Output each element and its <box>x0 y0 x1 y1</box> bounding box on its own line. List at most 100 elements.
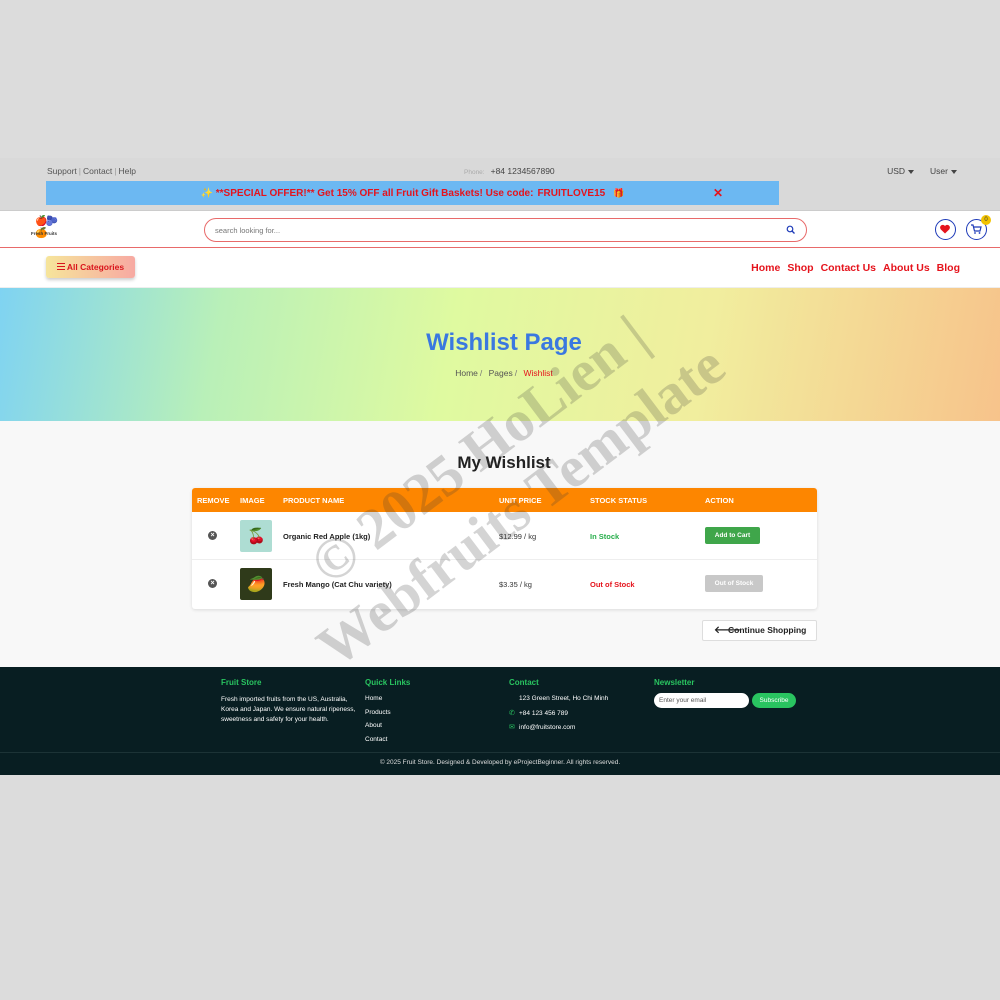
breadcrumb-home[interactable]: Home <box>455 368 478 378</box>
nav-about-us[interactable]: About Us <box>883 262 930 274</box>
menu-bars-icon <box>56 263 65 271</box>
breadcrumb-separator: / <box>514 368 518 378</box>
support-link[interactable]: Support <box>47 166 77 176</box>
phone-label: Phone: <box>464 169 485 176</box>
promo-code: FRUITLOVE15 <box>537 188 606 199</box>
unit-price: $12.99 / kg <box>499 532 537 541</box>
table-row: × 🍒 Organic Red Apple (1kg) $12.99 / kg … <box>192 512 817 560</box>
footer-email: ✉ info@fruitstore.com <box>509 724 608 733</box>
search-bar <box>204 218 807 242</box>
footer-link-home[interactable]: Home <box>365 695 410 704</box>
table-row: × 🥭 Fresh Mango (Cat Chu variety) $3.35 … <box>192 560 817 608</box>
nav-contact-us[interactable]: Contact Us <box>821 262 876 274</box>
newsletter-email-input[interactable] <box>654 693 749 708</box>
product-image: 🥭 <box>240 568 272 600</box>
copyright: © 2025 Fruit Store. Designed & Developed… <box>0 752 1000 775</box>
col-unit-price: UNIT PRICE <box>499 496 542 505</box>
col-image: IMAGE <box>240 496 265 505</box>
breadcrumb-pages[interactable]: Pages <box>489 368 513 378</box>
user-dropdown[interactable]: User <box>930 166 957 176</box>
out-of-stock-button: Out of Stock <box>705 575 763 592</box>
footer-store-text: Fresh imported fruits from the US, Austr… <box>221 696 356 723</box>
phone-number: +84 1234567890 <box>490 166 555 176</box>
wishlist-table: REMOVE IMAGE PRODUCT NAME UNIT PRICE STO… <box>192 488 817 609</box>
col-action: ACTION <box>705 496 734 505</box>
promo-text: ✨ **SPECIAL OFFER!** Get 15% OFF all Fru… <box>200 188 534 199</box>
col-stock-status: STOCK STATUS <box>590 496 648 505</box>
caret-down-icon <box>908 169 915 174</box>
add-to-cart-button[interactable]: Add to Cart <box>705 527 760 544</box>
product-name[interactable]: Organic Red Apple (1kg) <box>283 532 370 541</box>
footer-links-title: Quick Links <box>365 678 411 687</box>
footer-store: Fruit Store Fresh imported fruits from t… <box>221 678 361 725</box>
nav-home[interactable]: Home <box>751 262 780 274</box>
currency-dropdown[interactable]: USD <box>887 166 915 176</box>
search-icon[interactable] <box>786 225 796 235</box>
top-links: Support | Contact | Help <box>47 166 136 176</box>
logo-fruits-icon: 🍎🫐🍊 <box>35 216 58 239</box>
continue-shopping-button[interactable]: 🡐 Continue Shopping <box>702 620 817 641</box>
stock-status: In Stock <box>590 532 620 541</box>
all-categories-button[interactable]: All Categories <box>46 256 135 278</box>
email-text: info@fruitstore.com <box>519 724 576 731</box>
help-link[interactable]: Help <box>119 166 136 176</box>
product-image: 🍒 <box>240 520 272 552</box>
breadcrumb: Home / Pages / Wishlist <box>0 368 1000 378</box>
cherry-icon: 🍒 <box>247 528 266 545</box>
address-text: 123 Green Street, Ho Chi Minh <box>519 695 609 702</box>
topbar: Support | Contact | Help Phone: +84 123456789… <box>0 158 1000 210</box>
nav-shop[interactable]: Shop <box>787 262 813 274</box>
footer-quick-links: Quick Links Home Products About Contact <box>365 678 410 749</box>
breadcrumb-current: Wishlist <box>523 368 553 378</box>
top-right: USD User <box>887 166 957 176</box>
footer-contact-title: Contact <box>509 678 539 687</box>
logo-text: Fresh Fruits <box>31 231 58 236</box>
promo-banner: ✨ **SPECIAL OFFER!** Get 15% OFF all Fru… <box>46 181 779 205</box>
currency-value: USD <box>887 166 906 176</box>
unit-price: $3.35 / kg <box>499 580 532 589</box>
wishlist-button[interactable] <box>935 219 956 240</box>
subscribe-button[interactable]: Subscribe <box>752 693 796 708</box>
heart-icon <box>940 224 950 234</box>
header: 🍎🫐🍊 Fresh Fruits 0 <box>0 210 1000 248</box>
footer-phone: ✆ +84 123 456 789 <box>509 710 608 719</box>
search-input[interactable] <box>215 223 775 238</box>
page: Support | Contact | Help Phone: +84 123456789… <box>0 158 1000 775</box>
footer: Fruit Store Fresh imported fruits from t… <box>0 667 1000 752</box>
remove-icon[interactable]: × <box>208 579 217 588</box>
cart-icon <box>971 224 982 234</box>
footer-contact: Contact 123 Green Street, Ho Chi Minh ✆ +… <box>509 678 608 739</box>
hero-banner: Wishlist Page Home / Pages / Wishlist <box>0 288 1000 421</box>
table-header: REMOVE IMAGE PRODUCT NAME UNIT PRICE STO… <box>192 488 817 512</box>
close-icon[interactable]: ✕ <box>713 181 723 205</box>
product-name[interactable]: Fresh Mango (Cat Chu variety) <box>283 580 392 589</box>
footer-link-about[interactable]: About <box>365 722 410 731</box>
wishlist-title: My Wishlist <box>457 453 551 472</box>
phone-text: +84 123 456 789 <box>519 709 568 717</box>
cart-button[interactable]: 0 <box>966 215 991 240</box>
page-title: Wishlist Page <box>426 329 582 356</box>
footer-link-products[interactable]: Products <box>365 709 410 718</box>
contact-link[interactable]: Contact <box>83 166 112 176</box>
col-product-name: PRODUCT NAME <box>283 496 345 505</box>
user-label: User <box>930 166 948 176</box>
stock-status: Out of Stock <box>590 580 635 589</box>
cart-count-badge: 0 <box>981 215 991 225</box>
breadcrumb-separator: / <box>479 368 483 378</box>
phone-icon: ✆ <box>509 709 515 717</box>
top-phone: Phone: +84 1234567890 <box>464 166 555 176</box>
gift-icon: 🎁 <box>613 188 625 198</box>
footer-store-title: Fruit Store <box>221 678 262 687</box>
all-categories-label: All Categories <box>66 262 125 272</box>
footer-newsletter-title: Newsletter <box>654 678 695 687</box>
nav-menu: Home Shop Contact Us About Us Blog <box>751 262 960 274</box>
logo[interactable]: 🍎🫐🍊 Fresh Fruits <box>30 216 62 240</box>
nav-blog[interactable]: Blog <box>937 262 960 274</box>
remove-icon[interactable]: × <box>208 531 217 540</box>
footer-address: 123 Green Street, Ho Chi Minh <box>509 695 608 704</box>
footer-link-contact[interactable]: Contact <box>365 736 410 745</box>
arrow-left-icon: 🡐 <box>714 625 741 636</box>
caret-down-icon <box>951 169 957 174</box>
envelope-icon: ✉ <box>509 724 515 731</box>
col-remove: REMOVE <box>197 496 230 505</box>
